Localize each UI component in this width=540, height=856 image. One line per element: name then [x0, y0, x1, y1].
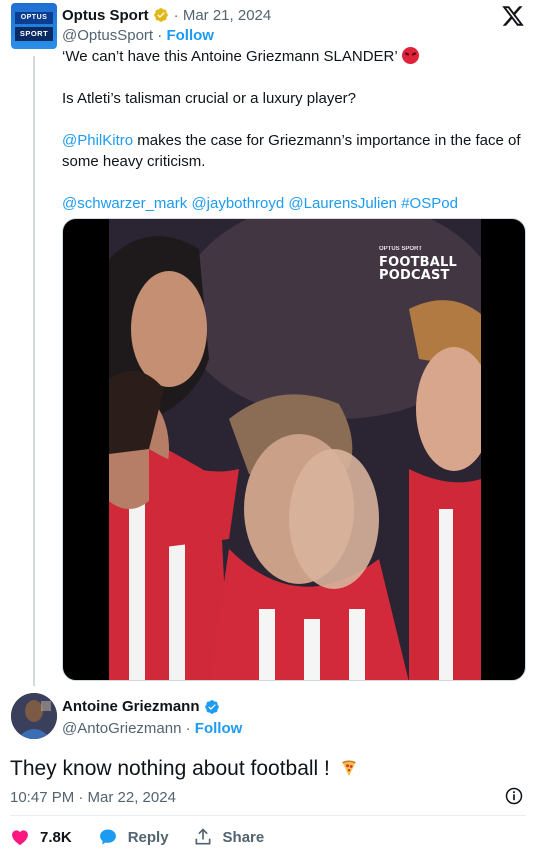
reply-author-handle[interactable]: @AntoGriezmann: [62, 720, 181, 737]
reply-timestamp[interactable]: 10:47 PM · Mar 22, 2024: [10, 789, 176, 806]
info-icon[interactable]: [504, 786, 524, 806]
blue-verified-badge-icon: [204, 699, 219, 714]
tag-link[interactable]: @jaybothroyd: [191, 195, 284, 212]
reply-label: Reply: [127, 828, 169, 846]
hashtag-link[interactable]: #OSPod: [401, 195, 458, 212]
griezmann-avatar[interactable]: [11, 693, 57, 739]
tweet-line-2: Is Atleti’s talisman crucial or a luxury…: [62, 90, 357, 107]
parent-tweet-body: ‘We can’t have this Antoine Griezmann SL…: [62, 46, 527, 214]
share-label: Share: [222, 828, 265, 846]
reply-button[interactable]: Reply: [98, 827, 169, 847]
tweet-line-1: ‘We can’t have this Antoine Griezmann SL…: [62, 46, 527, 67]
follow-button[interactable]: Follow: [166, 27, 214, 44]
reply-bubble-icon: [99, 829, 116, 845]
angry-face-emoji-icon: [401, 47, 419, 64]
like-button[interactable]: 7.8K: [10, 827, 72, 847]
podcast-overlay-logo: OPTUS SPORT FOOTBALL PODCAST: [379, 246, 457, 283]
tweet-tags: @schwarzer_mark @jaybothroyd @LaurensJul…: [62, 193, 527, 214]
author-name[interactable]: Optus Sport: [62, 7, 149, 24]
reply-author-name[interactable]: Antoine Griezmann: [62, 698, 200, 715]
avatar-text-bottom: SPORT: [15, 27, 53, 41]
reply-author-row: Antoine Griezmann: [62, 698, 220, 715]
reply-handle-row: @AntoGriezmann · Follow: [62, 720, 243, 737]
parent-handle-row: @OptusSport · Follow: [62, 27, 214, 44]
parent-tweet-header: Optus Sport · Mar 21, 2024: [62, 5, 271, 25]
x-logo-icon[interactable]: [500, 4, 526, 28]
author-handle[interactable]: @OptusSport: [62, 27, 153, 44]
heart-icon: [12, 830, 28, 845]
avatar-text-top: OPTUS: [15, 12, 53, 24]
tag-link[interactable]: @schwarzer_mark: [62, 195, 187, 212]
share-button[interactable]: Share: [193, 827, 265, 847]
reply-follow-button[interactable]: Follow: [195, 720, 243, 737]
mention-link[interactable]: @PhilKitro: [62, 132, 133, 149]
tweet-date[interactable]: · Mar 21, 2024: [174, 7, 272, 24]
optus-sport-avatar[interactable]: OPTUS SPORT: [11, 3, 57, 49]
tweet-line-3: @PhilKitro makes the case for Griezmann’…: [62, 132, 521, 170]
gold-verified-badge-icon: [153, 8, 168, 22]
video-frame: OPTUS SPORT FOOTBALL PODCAST: [109, 219, 481, 680]
video-scene-illustration: [109, 219, 481, 680]
tweet-actions-bar: 7.8K Reply Share: [10, 826, 264, 848]
tag-link[interactable]: @LaurensJulien: [288, 195, 397, 212]
tweet-video[interactable]: OPTUS SPORT FOOTBALL PODCAST: [62, 218, 526, 681]
share-icon: [195, 828, 211, 845]
like-count: 7.8K: [40, 828, 72, 846]
pizza-emoji-icon: [341, 760, 356, 777]
thread-connector-line: [33, 56, 35, 686]
divider: [10, 815, 526, 816]
reply-tweet-text: They know nothing about football !: [10, 756, 358, 782]
